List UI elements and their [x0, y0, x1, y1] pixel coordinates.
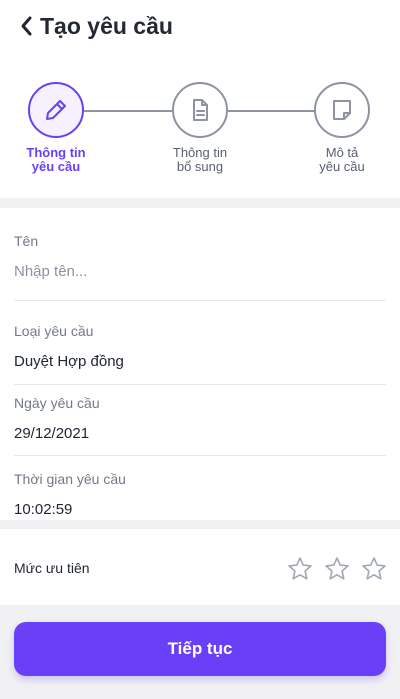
star-icon[interactable] [286, 555, 314, 583]
step-circle [172, 82, 228, 138]
step-additional-info[interactable]: Thông tin bổ sung [145, 82, 255, 174]
request-time-value[interactable]: 10:02:59 [14, 500, 386, 520]
step-circle [314, 82, 370, 138]
create-request-screen: Tạo yêu cầu Thông tin yêu cầu Thông tin … [0, 0, 400, 699]
name-field[interactable]: Tên Nhập tên... [14, 232, 386, 301]
name-input[interactable]: Nhập tên... [14, 262, 386, 282]
request-type-field[interactable]: Loại yêu cầu Duyệt Hợp đồng [14, 322, 386, 385]
priority-rating [286, 555, 388, 583]
chevron-left-icon [21, 16, 32, 36]
request-date-field[interactable]: Ngày yêu cầu 29/12/2021 [14, 394, 386, 456]
step-label: Mô tả yêu cầu [319, 145, 365, 174]
field-label: Ngày yêu cầu [14, 395, 100, 411]
field-label: Tên [14, 233, 39, 249]
continue-button[interactable]: Tiếp tục [14, 622, 386, 676]
star-icon[interactable] [323, 555, 351, 583]
field-label: Loại yêu cầu [14, 323, 94, 339]
step-label: Thông tin bổ sung [172, 145, 228, 174]
priority-label: Mức ưu tiên [14, 560, 90, 576]
request-date-value[interactable]: 29/12/2021 [14, 424, 386, 444]
priority-section: Mức ưu tiên [0, 529, 400, 605]
app-header: Tạo yêu cầu [0, 0, 400, 60]
step-label: Thông tin yêu cầu [26, 145, 86, 174]
request-form: Tên Nhập tên... Loại yêu cầu Duyệt Hợp đ… [0, 208, 400, 520]
page-title: Tạo yêu cầu [40, 13, 173, 39]
request-time-field[interactable]: Thời gian yêu cầu 10:02:59 [14, 470, 386, 520]
stepper: Thông tin yêu cầu Thông tin bổ sung Mô t… [0, 60, 400, 198]
step-circle [28, 82, 84, 138]
star-icon[interactable] [360, 555, 388, 583]
request-type-value[interactable]: Duyệt Hợp đồng [14, 352, 386, 372]
document-icon [193, 99, 208, 121]
note-icon [333, 100, 351, 120]
pencil-icon [46, 100, 66, 120]
step-description[interactable]: Mô tả yêu cầu [287, 82, 397, 174]
step-request-info[interactable]: Thông tin yêu cầu [1, 82, 111, 174]
back-button[interactable] [14, 12, 40, 40]
field-label: Thời gian yêu cầu [14, 471, 126, 487]
